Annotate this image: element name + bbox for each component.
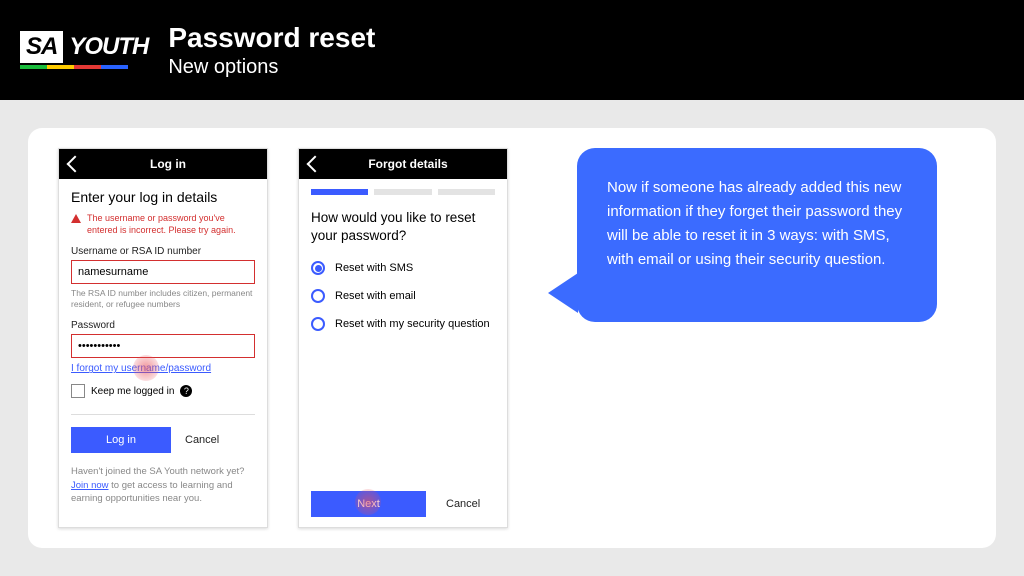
radio-icon: [311, 317, 325, 331]
cancel-button[interactable]: Cancel: [185, 434, 219, 446]
forgot-screen-header: Forgot details: [299, 149, 507, 179]
sa-youth-logo: SA YOUTH: [20, 31, 148, 69]
reset-option-security-question[interactable]: Reset with my security question: [311, 317, 495, 331]
username-label: Username or RSA ID number: [71, 246, 255, 257]
forgot-heading: How would you like to reset your passwor…: [311, 209, 495, 245]
username-input[interactable]: [71, 260, 255, 284]
login-button[interactable]: Log in: [71, 427, 171, 453]
keep-logged-checkbox[interactable]: [71, 384, 85, 398]
warning-icon: [71, 214, 81, 223]
logo-sa-text: SA: [20, 31, 63, 63]
logo-youth-text: YOUTH: [69, 33, 148, 61]
reset-option-email[interactable]: Reset with email: [311, 289, 495, 303]
callout-arrow-icon: [548, 273, 578, 313]
radio-icon: [311, 261, 325, 275]
divider: [71, 414, 255, 415]
progress-bar: [311, 189, 495, 195]
login-screen-mockup: Log in Enter your log in details The use…: [58, 148, 268, 528]
slide-header: SA YOUTH Password reset New options: [0, 0, 1024, 100]
reset-option-sms[interactable]: Reset with SMS: [311, 261, 495, 275]
login-error: The username or password you've entered …: [71, 213, 255, 236]
slide-subtitle: New options: [168, 56, 375, 79]
password-input[interactable]: [71, 334, 255, 358]
login-heading: Enter your log in details: [71, 189, 255, 205]
content-stage: Log in Enter your log in details The use…: [28, 128, 996, 548]
login-screen-header: Log in: [59, 149, 267, 179]
login-screen-title: Log in: [91, 157, 245, 171]
forgot-screen-mockup: Forgot details How would you like to res…: [298, 148, 508, 528]
callout: Now if someone has already added this ne…: [548, 148, 937, 322]
help-icon[interactable]: ?: [180, 385, 192, 397]
login-error-text: The username or password you've entered …: [87, 213, 255, 236]
forgot-link[interactable]: I forgot my username/password: [71, 363, 211, 374]
forgot-screen-title: Forgot details: [331, 157, 485, 171]
callout-body: Now if someone has already added this ne…: [577, 148, 937, 322]
back-icon[interactable]: [67, 156, 84, 173]
next-button[interactable]: Next: [311, 491, 426, 517]
join-now-link[interactable]: Join now: [71, 480, 109, 491]
callout-text: Now if someone has already added this ne…: [607, 179, 902, 268]
cancel-button[interactable]: Cancel: [446, 498, 480, 510]
password-label: Password: [71, 320, 255, 331]
join-text: Haven't joined the SA Youth network yet?…: [71, 465, 255, 505]
radio-icon: [311, 289, 325, 303]
slide-title: Password reset: [168, 22, 375, 54]
logo-stripe: [20, 65, 128, 69]
keep-logged-label: Keep me logged in: [91, 386, 174, 397]
back-icon[interactable]: [307, 156, 324, 173]
username-help: The RSA ID number includes citizen, perm…: [71, 288, 255, 310]
